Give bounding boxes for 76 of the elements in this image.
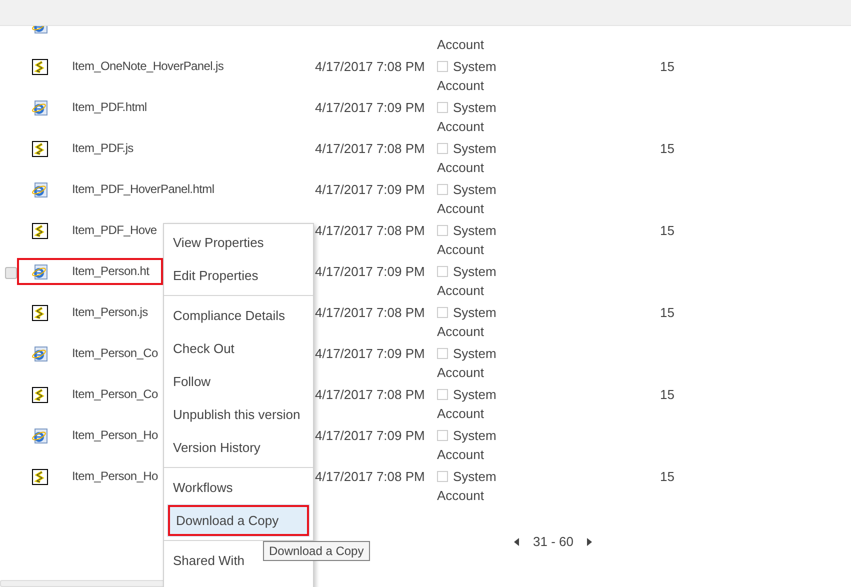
script-file-icon [32, 58, 48, 74]
user-name[interactable]: System Account [437, 139, 499, 177]
version-count: 15 [660, 140, 674, 158]
modified-date: 4/17/2017 7:09 PM [315, 428, 425, 443]
file-name-link[interactable]: Item_PDF_Hove [72, 221, 157, 240]
file-name-link[interactable]: Item_Person_Co [72, 385, 158, 404]
modified-date: 4/17/2017 7:09 PM [315, 264, 425, 279]
script-file-icon [32, 140, 48, 156]
menu-item[interactable]: Check Out [164, 332, 313, 365]
modified-date: 4/17/2017 7:09 PM [315, 346, 425, 361]
modified-date: 4/17/2017 7:08 PM [315, 469, 425, 484]
user-name[interactable]: System Account [437, 262, 499, 300]
web-page-icon [32, 346, 48, 362]
tooltip: Download a Copy [263, 541, 370, 561]
menu-item[interactable]: Compliance Details [164, 299, 313, 332]
presence-icon [437, 430, 448, 441]
presence-icon [437, 184, 448, 195]
web-page-icon [32, 428, 48, 444]
file-name-link[interactable]: Item_PDF.html [72, 98, 147, 117]
modified-date: 4/17/2017 7:08 PM [315, 305, 425, 320]
version-count: 15 [660, 304, 674, 322]
modified-date: 4/17/2017 7:08 PM [315, 387, 425, 402]
file-name-link[interactable]: Item_Person.js [72, 303, 148, 322]
presence-icon [437, 102, 448, 113]
presence-icon [437, 348, 448, 359]
presence-icon [437, 266, 448, 277]
user-name[interactable]: System Account [437, 98, 499, 136]
page-range: 31 - 60 [533, 533, 574, 551]
presence-icon [437, 389, 448, 400]
user-name[interactable]: System Account [437, 344, 499, 382]
menu-item[interactable]: Version History [164, 431, 313, 464]
user-name[interactable]: Account [437, 35, 499, 54]
script-file-icon [32, 304, 48, 320]
user-name[interactable]: System Account [437, 426, 499, 464]
file-name-link[interactable]: Item_PDF.js [72, 139, 134, 158]
version-count: 15 [660, 386, 674, 404]
next-page-icon[interactable] [587, 538, 592, 546]
user-name[interactable]: System Account [437, 180, 499, 218]
menu-item[interactable]: Workflows [164, 471, 313, 504]
presence-icon [437, 143, 448, 154]
modified-date: 4/17/2017 7:09 PM [315, 100, 425, 115]
user-name[interactable]: System Account [437, 221, 499, 259]
row-checkbox[interactable] [5, 266, 17, 278]
file-name-link[interactable]: Item_Person_Ho [72, 426, 158, 445]
script-file-icon [32, 468, 48, 484]
modified-date: 4/17/2017 7:08 PM [315, 223, 425, 238]
script-file-icon [32, 222, 48, 238]
presence-icon [437, 61, 448, 72]
menu-item[interactable]: Download a Copy [167, 504, 310, 537]
presence-icon [437, 307, 448, 318]
menu-item[interactable]: Edit Properties [164, 259, 313, 292]
version-count: 15 [660, 222, 674, 240]
file-name-link[interactable]: Item_OneNote_HoverPanel.js [72, 57, 224, 76]
web-page-icon [32, 182, 48, 198]
version-count: 15 [660, 58, 674, 76]
file-name-link[interactable]: Item_Person.ht [72, 262, 150, 281]
user-name[interactable]: System Account [437, 303, 499, 341]
file-name-link[interactable]: Item_Person_Ho [72, 467, 158, 486]
web-page-icon [32, 264, 48, 280]
web-page-icon [32, 100, 48, 116]
menu-item[interactable]: Unpublish this version [164, 398, 313, 431]
file-name-link[interactable]: Item_Person_Co [72, 344, 158, 363]
modified-date: 4/17/2017 7:08 PM [315, 141, 425, 156]
presence-icon [437, 471, 448, 482]
version-count: 15 [660, 468, 674, 486]
modified-date: 4/17/2017 7:09 PM [315, 182, 425, 197]
previous-page-icon[interactable] [514, 538, 519, 546]
user-name[interactable]: System Account [437, 57, 499, 95]
user-name[interactable]: System Account [437, 385, 499, 423]
user-name[interactable]: System Account [437, 467, 499, 505]
menu-item[interactable]: Follow [164, 365, 313, 398]
menu-item[interactable]: View Properties [164, 226, 313, 259]
modified-date: 4/17/2017 7:08 PM [315, 59, 425, 74]
presence-icon [437, 225, 448, 236]
script-file-icon [32, 386, 48, 402]
file-name-link[interactable]: Item_PDF_HoverPanel.html [72, 180, 214, 199]
